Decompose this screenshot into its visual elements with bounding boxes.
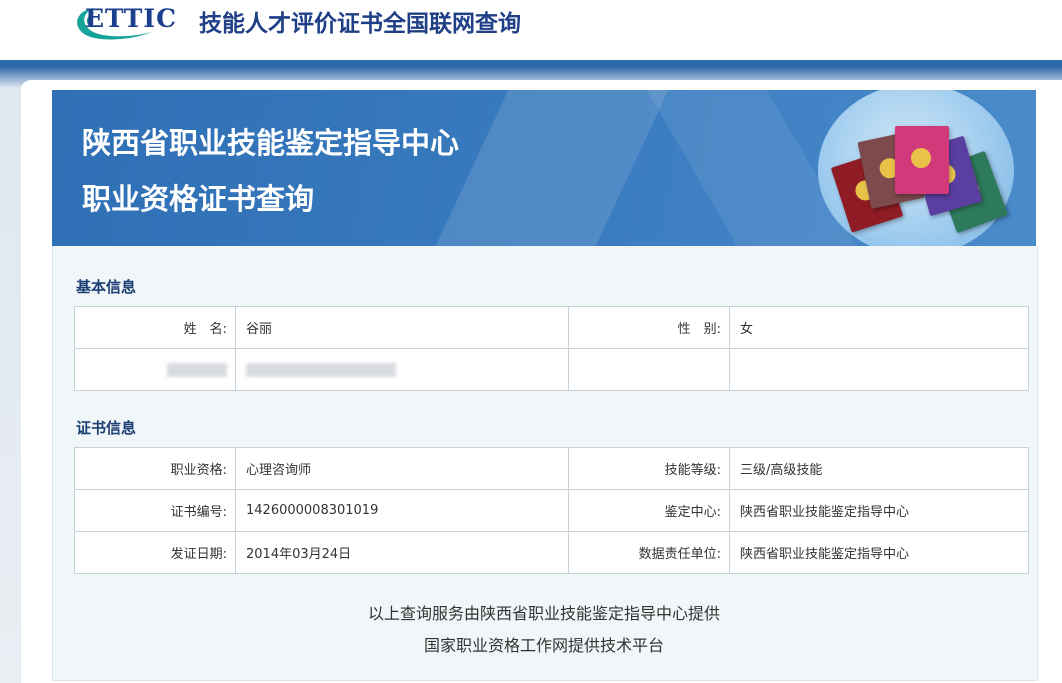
table-row: 姓 名: 谷丽 性 别: 女 bbox=[74, 306, 1029, 349]
redacted-value bbox=[235, 348, 569, 391]
section-title-cert: 证书信息 bbox=[76, 419, 137, 437]
site-header: ETTIC 技能人才评价证书全国联网查询 bbox=[0, 0, 1062, 60]
skill-level-value: 三级/高级技能 bbox=[729, 447, 1029, 490]
banner-subtitle: 职业资格证书查询 bbox=[82, 182, 315, 216]
footer-provider-text: 以上查询服务由陕西省职业技能鉴定指导中心提供 bbox=[367, 604, 720, 623]
banner-title: 陕西省职业技能鉴定指导中心 bbox=[82, 126, 460, 160]
name-label: 姓 名: bbox=[74, 306, 236, 349]
logo-text: ETTIC bbox=[85, 4, 177, 33]
table-row: 证书编号: 1426000008301019 鉴定中心: 陕西省职业技能鉴定指导… bbox=[74, 489, 1029, 532]
gender-value: 女 bbox=[729, 306, 1029, 349]
redacted-blur bbox=[246, 362, 396, 377]
footer-platform-text: 国家职业资格工作网提供技术平台 bbox=[423, 636, 664, 655]
redacted-label bbox=[74, 348, 236, 391]
name-value: 谷丽 bbox=[235, 306, 569, 349]
cert-info-table: 职业资格: 心理咨询师 技能等级: 三级/高级技能 证书编号: 14260000… bbox=[74, 447, 1029, 574]
issue-date-value: 2014年03月24日 bbox=[235, 531, 569, 574]
certificate-book-icon bbox=[895, 126, 949, 194]
table-row: 发证日期: 2014年03月24日 数据责任单位: 陕西省职业技能鉴定指导中心 bbox=[74, 531, 1029, 574]
banner: 陕西省职业技能鉴定指导中心 职业资格证书查询 bbox=[52, 90, 1036, 246]
table-row bbox=[74, 348, 1029, 391]
empty-cell bbox=[568, 348, 730, 391]
cert-number-label: 证书编号: bbox=[74, 489, 236, 532]
cert-number-value: 1426000008301019 bbox=[235, 489, 569, 532]
data-owner-label: 数据责任单位: bbox=[568, 531, 730, 574]
skill-level-label: 技能等级: bbox=[568, 447, 730, 490]
assessment-center-label: 鉴定中心: bbox=[568, 489, 730, 532]
section-title-basic: 基本信息 bbox=[76, 278, 137, 296]
assessment-center-value: 陕西省职业技能鉴定指导中心 bbox=[729, 489, 1029, 532]
data-owner-value: 陕西省职业技能鉴定指导中心 bbox=[729, 531, 1029, 574]
banner-facet bbox=[435, 90, 669, 246]
redacted-blur bbox=[167, 362, 227, 377]
issue-date-label: 发证日期: bbox=[74, 531, 236, 574]
basic-info-table: 姓 名: 谷丽 性 别: 女 bbox=[74, 306, 1029, 391]
qualification-label: 职业资格: bbox=[74, 447, 236, 490]
gender-label: 性 别: bbox=[568, 306, 730, 349]
empty-cell bbox=[729, 348, 1029, 391]
table-row: 职业资格: 心理咨询师 技能等级: 三级/高级技能 bbox=[74, 447, 1029, 490]
site-title: 技能人才评价证书全国联网查询 bbox=[199, 11, 521, 37]
qualification-value: 心理咨询师 bbox=[235, 447, 569, 490]
